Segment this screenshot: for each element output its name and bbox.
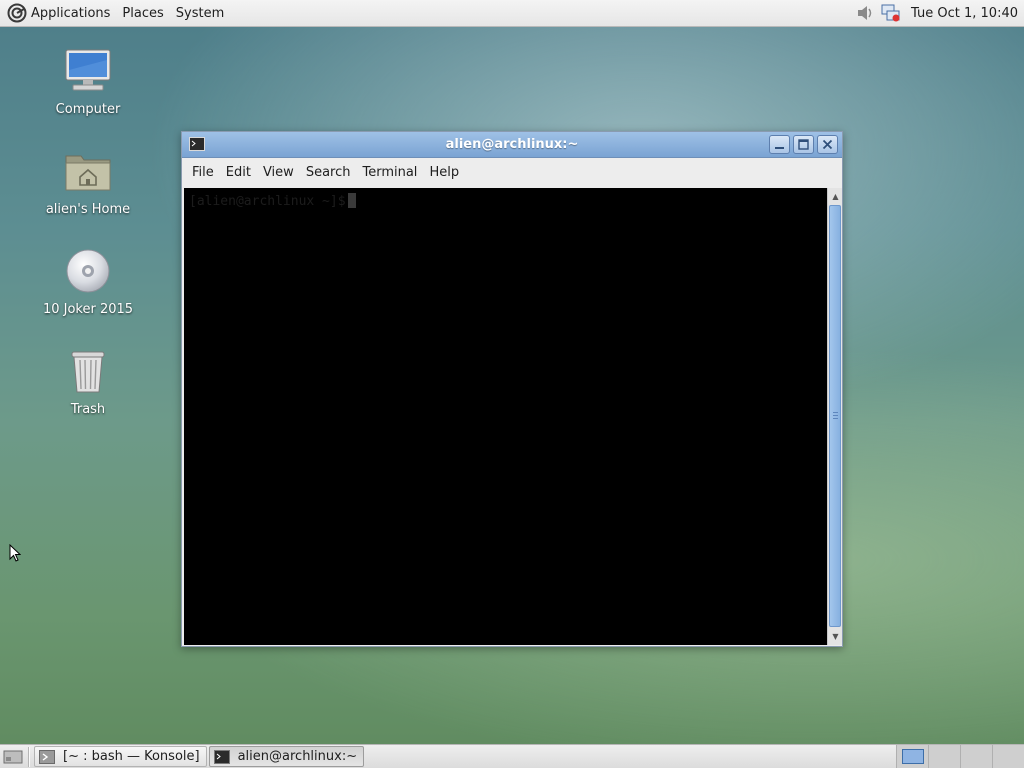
close-button[interactable] [817,135,838,154]
grip-icon [833,412,838,420]
vertical-scrollbar[interactable]: ▲ ▼ [827,188,842,645]
desktop-icon-home[interactable]: alien's Home [33,146,143,217]
scrollbar-thumb[interactable] [829,205,841,627]
network-icon[interactable] [880,2,902,24]
terminal-output[interactable]: [alien@archlinux ~]$ [184,188,827,645]
menu-places[interactable]: Places [116,0,169,27]
taskbar-item-terminal[interactable]: alien@archlinux:~ [208,746,365,767]
workspace-switcher [896,744,1024,768]
workspace-1[interactable] [896,744,928,768]
desktop-icon-label: Trash [70,402,106,417]
window-title: alien@archlinux:~ [445,137,579,152]
bottom-panel: [~ : bash — Konsole] alien@archlinux:~ [0,744,1024,768]
maximize-button[interactable] [793,135,814,154]
minimize-button[interactable] [769,135,790,154]
minimize-icon [775,147,784,149]
scroll-up-icon[interactable]: ▲ [828,189,843,204]
terminal-cursor [347,193,356,208]
scroll-down-icon[interactable]: ▼ [828,629,843,644]
window-titlebar[interactable]: alien@archlinux:~ [182,132,842,158]
taskbar-item-label: [~ : bash — Konsole] [63,749,200,764]
menu-system[interactable]: System [170,0,230,27]
konsole-icon [39,749,55,764]
menu-help[interactable]: Help [423,165,465,180]
desktop-icon-trash[interactable]: Trash [33,346,143,417]
terminal-icon [213,749,230,764]
window-menubar: File Edit View Search Terminal Help [182,158,842,187]
desktop-icon-disc[interactable]: 10 Joker 2015 [33,246,143,317]
applications-menu[interactable]: Applications [0,0,116,27]
close-icon [822,139,833,150]
trash-icon [63,346,113,396]
top-panel: Applications Places System Tue Oct 1, 10… [0,0,1024,27]
desktop-icon-label: alien's Home [45,202,131,217]
menu-search[interactable]: Search [300,165,357,180]
clock[interactable]: Tue Oct 1, 10:40 [905,6,1024,21]
gnome-logo-icon [7,3,27,23]
disc-icon [63,246,113,296]
menu-edit[interactable]: Edit [220,165,257,180]
workspace-3[interactable] [960,744,992,768]
show-desktop-button[interactable] [2,746,24,768]
workspace-4[interactable] [992,744,1024,768]
computer-icon [63,46,113,96]
desktop-icon-label: Computer [55,102,121,117]
desktop-icon-label: 10 Joker 2015 [42,302,134,317]
taskbar-item-label: alien@archlinux:~ [237,749,358,764]
home-folder-icon [63,146,113,196]
terminal-icon[interactable] [189,137,205,151]
volume-icon[interactable] [855,2,877,24]
taskbar-item-konsole[interactable]: [~ : bash — Konsole] [34,746,207,767]
workspace-2[interactable] [928,744,960,768]
menu-view[interactable]: View [257,165,300,180]
menu-applications[interactable]: Applications [31,0,116,27]
menu-terminal[interactable]: Terminal [356,165,423,180]
show-desktop-icon [3,750,23,763]
mouse-pointer-icon [9,544,21,562]
panel-separator [28,746,30,767]
menu-file[interactable]: File [186,165,220,180]
terminal-prompt: [alien@archlinux ~]$ [189,194,346,209]
maximize-icon [798,139,809,150]
desktop-icon-computer[interactable]: Computer [33,46,143,117]
terminal-window[interactable]: alien@archlinux:~ File Edit View Search … [181,131,843,647]
